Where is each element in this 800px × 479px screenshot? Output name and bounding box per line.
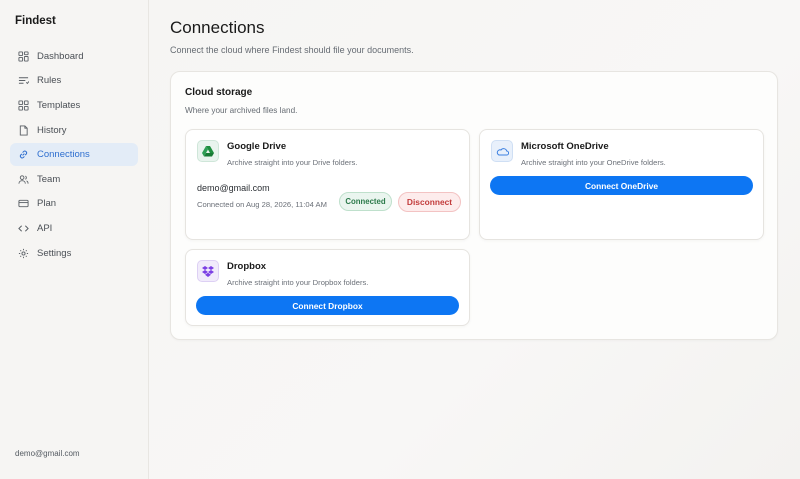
sidebar-item-label: Connections — [37, 149, 90, 161]
panel-subtitle: Where your archived files land. — [185, 106, 298, 115]
dropbox-icon — [197, 260, 219, 282]
google-drive-card: Google Drive Archive straight into your … — [185, 129, 470, 240]
dropbox-card: Dropbox Archive straight into your Dropb… — [185, 249, 470, 326]
sidebar-item-label: Rules — [37, 75, 62, 87]
connected-account-email: demo@gmail.com — [197, 183, 270, 193]
provider-name: Google Drive — [227, 141, 287, 152]
code-icon — [18, 225, 29, 232]
sidebar-item-label: Dashboard — [37, 50, 84, 62]
connect-onedrive-button[interactable]: Connect OneDrive — [490, 176, 753, 195]
sidebar-item-templates[interactable]: Templates — [10, 94, 138, 117]
app-root: Findest Dashboard Rules Templates Histor… — [0, 0, 800, 479]
gear-icon — [18, 248, 29, 258]
app-logo-text: Findest — [15, 15, 56, 27]
status-badge: Connected — [339, 192, 392, 211]
connect-dropbox-button[interactable]: Connect Dropbox — [196, 296, 459, 315]
sidebar-item-history[interactable]: History — [10, 119, 138, 142]
google-drive-icon — [197, 140, 219, 162]
cloud-storage-panel: Cloud storage Where your archived files … — [170, 71, 778, 340]
team-icon — [18, 175, 29, 184]
sidebar-item-rules[interactable]: Rules — [10, 70, 138, 93]
sidebar-item-label: Plan — [37, 198, 57, 210]
link-icon — [19, 150, 28, 159]
provider-description: Archive straight into your Drive folders… — [227, 158, 358, 167]
history-icon — [19, 125, 28, 136]
onedrive-icon — [491, 140, 513, 162]
sidebar-item-label: Team — [37, 173, 61, 185]
sidebar-item-label: Templates — [37, 99, 81, 111]
sidebar-item-team[interactable]: Team — [10, 168, 138, 191]
page-subtitle: Connect the cloud where Findest should f… — [170, 45, 414, 55]
provider-name: Dropbox — [227, 261, 267, 272]
page-title: Connections — [170, 18, 265, 37]
sidebar: Findest Dashboard Rules Templates Histor… — [0, 0, 149, 479]
panel-title: Cloud storage — [185, 87, 253, 98]
rules-icon — [18, 77, 29, 85]
provider-description: Archive straight into your Dropbox folde… — [227, 278, 369, 287]
credit-card-icon — [18, 200, 29, 208]
templates-icon — [18, 100, 29, 111]
sidebar-nav: Dashboard Rules Templates History Connec… — [10, 45, 138, 264]
card-header: Google Drive Archive straight into your … — [197, 140, 357, 167]
disconnect-button[interactable]: Disconnect — [398, 192, 461, 212]
dashboard-icon — [18, 51, 29, 62]
card-header: Dropbox Archive straight into your Dropb… — [197, 260, 368, 287]
card-header: Microsoft OneDrive Archive straight into… — [491, 140, 666, 167]
sidebar-item-plan[interactable]: Plan — [10, 193, 138, 216]
sidebar-item-api[interactable]: API — [10, 217, 138, 240]
sidebar-item-label: API — [37, 222, 53, 234]
provider-description: Archive straight into your OneDrive fold… — [521, 158, 666, 167]
account-email: demo@gmail.com — [15, 449, 80, 458]
sidebar-item-label: Settings — [37, 247, 72, 259]
sidebar-item-settings[interactable]: Settings — [10, 242, 138, 265]
onedrive-card: Microsoft OneDrive Archive straight into… — [479, 129, 764, 240]
sidebar-item-connections[interactable]: Connections — [10, 143, 138, 166]
connected-date: Connected on Aug 28, 2026, 11:04 AM — [197, 200, 327, 209]
main-content: Connections Connect the cloud where Find… — [149, 0, 800, 479]
sidebar-item-label: History — [37, 124, 67, 136]
sidebar-item-dashboard[interactable]: Dashboard — [10, 45, 138, 68]
provider-name: Microsoft OneDrive — [521, 141, 609, 152]
